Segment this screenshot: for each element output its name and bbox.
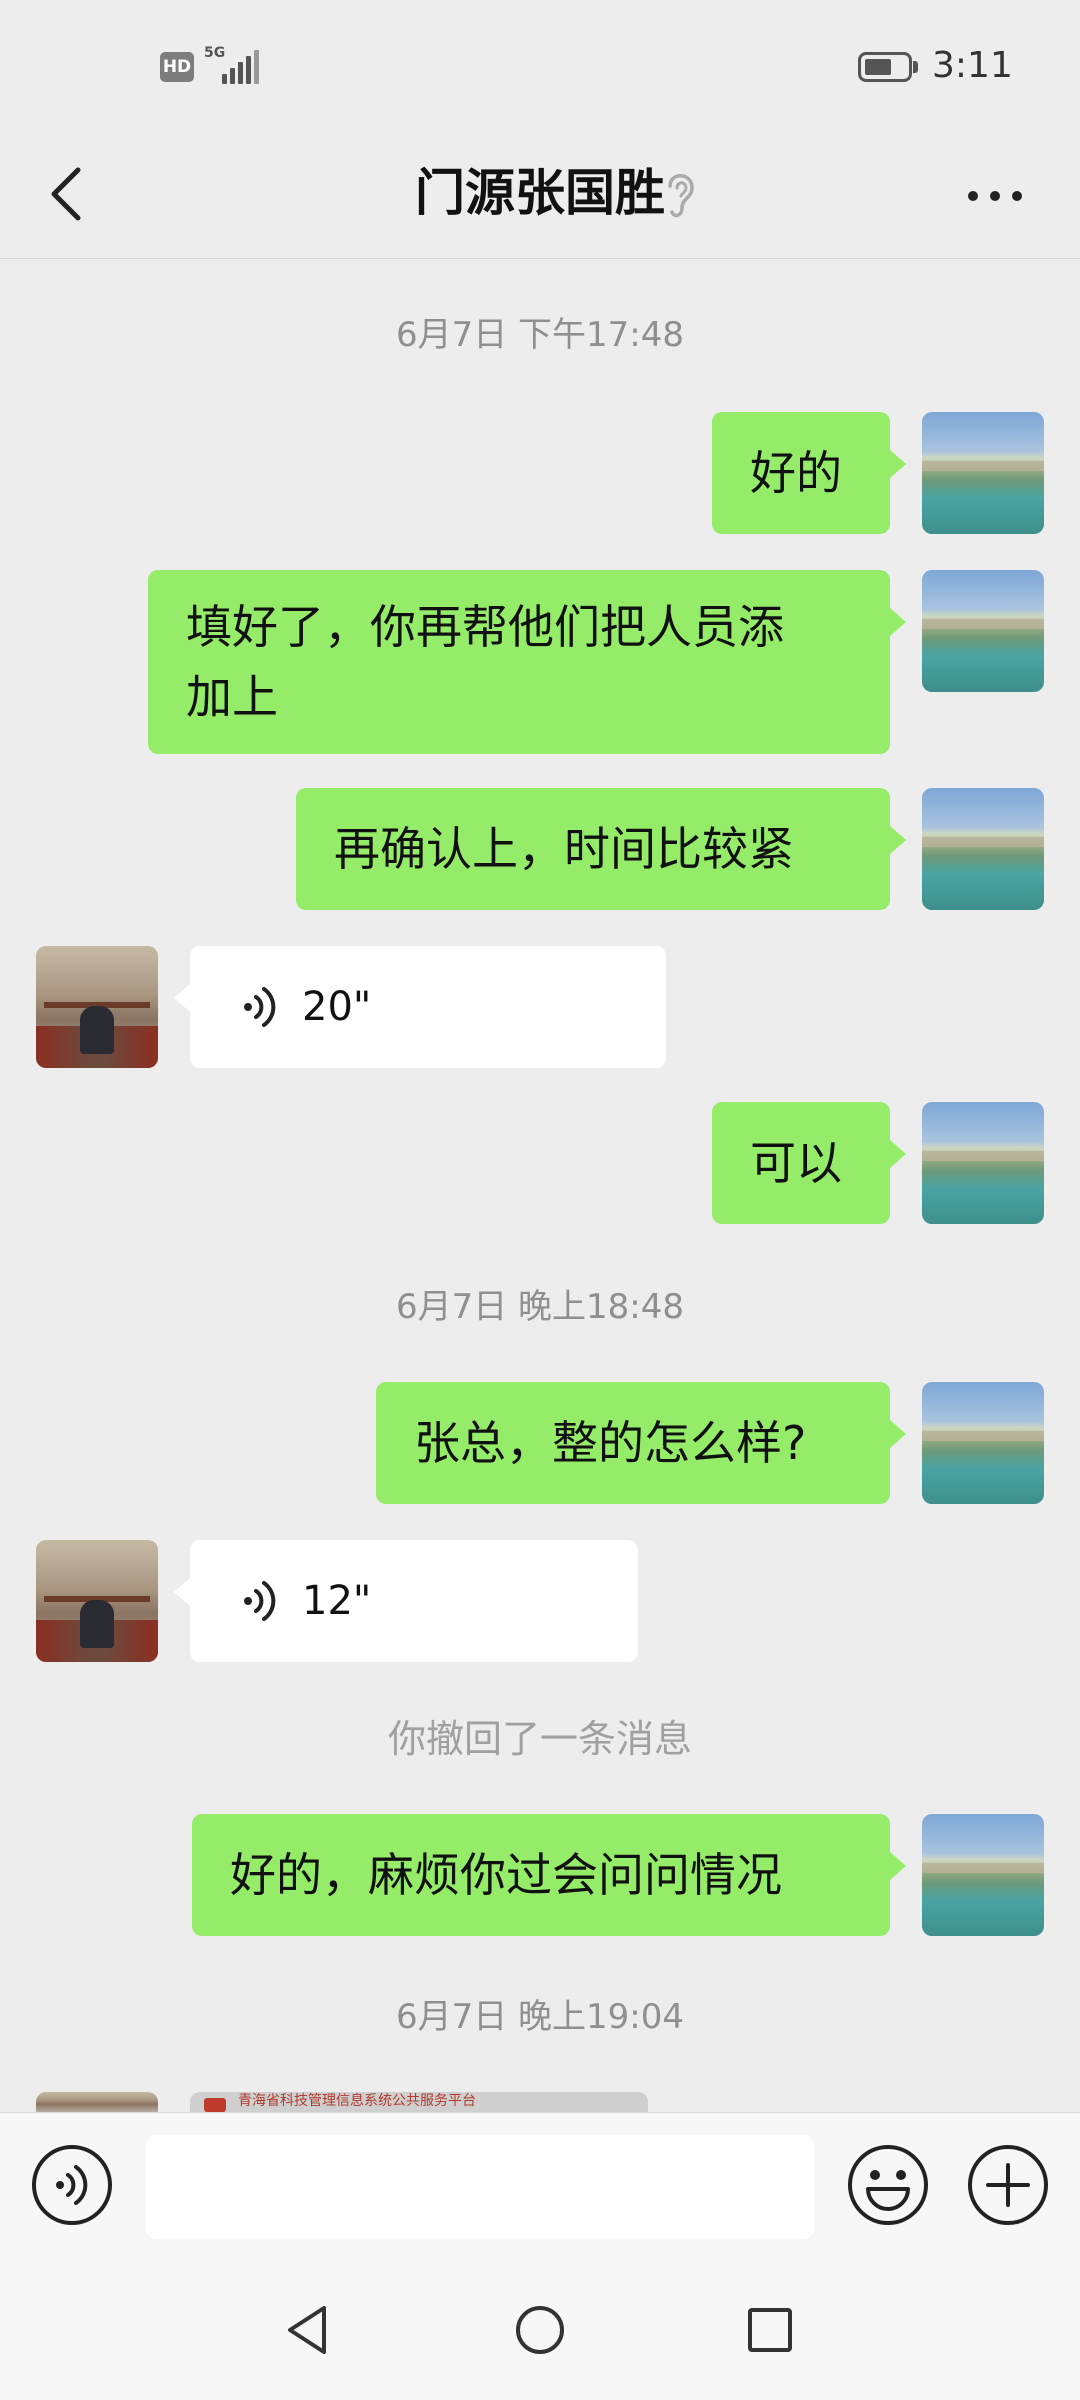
battery-icon — [858, 52, 912, 82]
message-bubble-sent[interactable]: 好的，麻烦你过会问问情况 — [192, 1814, 906, 1936]
message-text-line2: 加上 — [186, 670, 278, 724]
avatar-self[interactable] — [922, 788, 1044, 910]
message-input[interactable] — [146, 2135, 814, 2239]
message-bubble-sent[interactable]: 张总，整的怎么样? — [376, 1382, 906, 1504]
status-bar: HD 5G 3:11 — [0, 0, 1080, 130]
image-message[interactable]: 青海省科技管理信息系统公共服务平台 — [190, 2092, 648, 2112]
signal-icon — [222, 50, 262, 84]
system-navigation-bar — [0, 2256, 1080, 2400]
voice-message[interactable]: 12" — [174, 1540, 638, 1662]
avatar-self[interactable] — [922, 1814, 1044, 1936]
emblem-icon — [204, 2098, 226, 2112]
message-bubble-sent[interactable]: 好的 — [712, 412, 906, 534]
voice-message[interactable]: 20" — [174, 946, 666, 1068]
avatar-peer[interactable] — [36, 2092, 158, 2112]
message-composer — [0, 2112, 1080, 2257]
voice-duration: 12" — [302, 1578, 372, 1624]
avatar-self[interactable] — [922, 1382, 1044, 1504]
message-text: 可以 — [750, 1136, 842, 1190]
image-caption: 青海省科技管理信息系统公共服务平台 — [238, 2093, 476, 2109]
triangle-back-icon[interactable] — [280, 2302, 336, 2358]
message-bubble-sent[interactable]: 再确认上，时间比较紧 — [296, 788, 906, 910]
timestamp: 6月7日 下午17:48 — [395, 315, 685, 355]
avatar-self[interactable] — [922, 1102, 1044, 1224]
timestamp: 6月7日 晚上19:04 — [395, 1997, 685, 2037]
message-bubble-sent[interactable]: 可以 — [712, 1102, 906, 1224]
circle-home-icon[interactable] — [512, 2302, 568, 2358]
emoji-icon[interactable] — [846, 2143, 930, 2227]
message-text: 好的，麻烦你过会问问情况 — [230, 1848, 782, 1902]
recalled-notice: 你撤回了一条消息 — [387, 1717, 692, 1761]
hd-indicator: HD — [160, 52, 194, 82]
chat-title: 门源张国胜 — [415, 164, 665, 222]
avatar-peer[interactable] — [36, 946, 158, 1068]
ear-icon[interactable] — [660, 164, 700, 224]
chat-header: 门源张国胜 — [0, 130, 1080, 259]
voice-duration: 20" — [302, 984, 372, 1030]
avatar-self[interactable] — [922, 412, 1044, 534]
message-text: 填好了，你再帮他们把人员添 — [186, 600, 784, 654]
message-bubble-sent[interactable]: 填好了，你再帮他们把人员添 加上 — [148, 570, 906, 754]
avatar-peer[interactable] — [36, 1540, 158, 1662]
more-icon[interactable] — [960, 164, 1030, 224]
voice-wave-icon — [244, 1581, 276, 1621]
voice-wave-icon — [244, 987, 276, 1027]
message-text: 好的 — [750, 446, 842, 500]
clock: 3:11 — [932, 45, 1013, 86]
square-recents-icon[interactable] — [742, 2302, 798, 2358]
message-text: 再确认上，时间比较紧 — [334, 822, 794, 876]
voice-icon[interactable] — [30, 2143, 114, 2227]
battery-cap — [913, 61, 918, 73]
message-text: 张总，整的怎么样? — [414, 1416, 807, 1470]
plus-icon[interactable] — [966, 2143, 1050, 2227]
timestamp: 6月7日 晚上18:48 — [395, 1287, 685, 1327]
avatar-self[interactable] — [922, 570, 1044, 692]
